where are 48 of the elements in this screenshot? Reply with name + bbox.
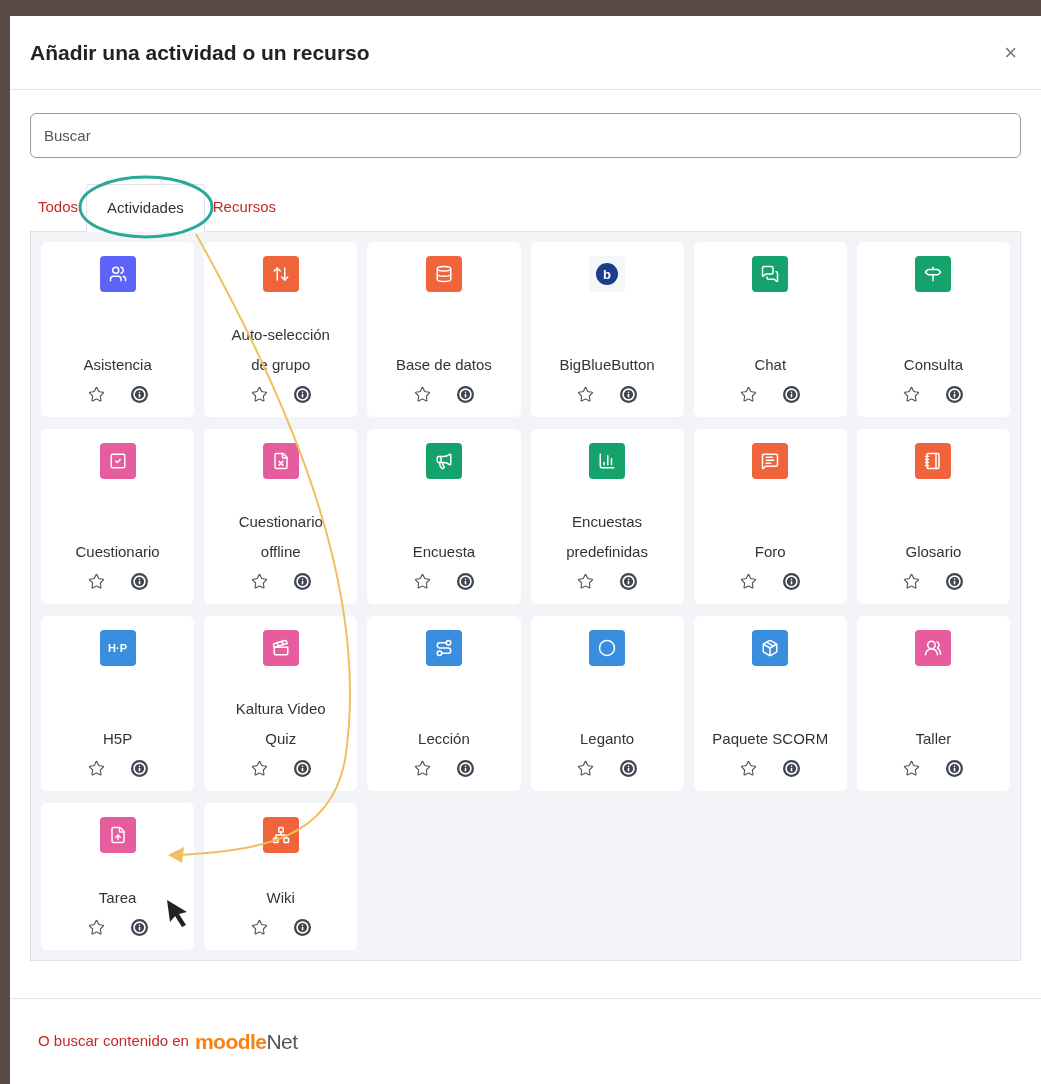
activity-name: Lección [418, 729, 470, 749]
activity-name: BigBlueButton [559, 355, 655, 375]
activity-name: Encuestas predefinidas [566, 512, 648, 562]
activity-name: Cuestionario [75, 542, 160, 562]
activity-card[interactable]: H·P H5P [41, 616, 195, 791]
tab[interactable]: Recursos [204, 183, 285, 231]
activity-card[interactable]: Lección [367, 616, 521, 791]
tab[interactable]: Actividades [86, 184, 205, 232]
activity-card[interactable]: Tarea [41, 803, 195, 950]
activity-card[interactable]: Asistencia [41, 242, 195, 417]
activity-name: Base de datos [395, 355, 492, 375]
activity-name: Wiki [266, 888, 295, 908]
activity-name: H5P [103, 729, 133, 749]
activity-card[interactable]: Consulta [856, 242, 1010, 417]
activity-card[interactable]: Taller [856, 616, 1010, 791]
activity-name: Foro [754, 542, 786, 562]
activity-name: Encuesta [412, 542, 476, 562]
activity-name: Chat [754, 355, 787, 375]
activity-name: Cuestionario offline [238, 512, 323, 562]
activity-card[interactable]: Foro [693, 429, 847, 604]
activity-name: Paquete SCORM [712, 729, 829, 749]
activity-card[interactable]: Cuestionario [41, 429, 195, 604]
activity-card[interactable]: Base de datos [367, 242, 521, 417]
activity-card[interactable]: Chat [693, 242, 847, 417]
activity-card[interactable]: Leganto [530, 616, 684, 791]
activity-name: Asistencia [83, 355, 152, 375]
activity-name: Consulta [903, 355, 963, 375]
activity-icon: b [589, 256, 626, 292]
activity-card[interactable]: Glosario [856, 429, 1010, 604]
activity-card[interactable]: Kaltura Video Quiz [204, 616, 358, 791]
moodlenet-logo: moodleNet [194, 1028, 298, 1055]
activity-card[interactable]: Wiki [204, 803, 358, 950]
activity-name: Leganto [579, 729, 635, 749]
activity-name: Tarea [98, 888, 137, 908]
activity-card[interactable]: Encuesta [367, 429, 521, 604]
activity-icon: H·P [99, 630, 136, 666]
dialog-title: Añadir una actividad o un recurso [30, 39, 370, 66]
activity-card[interactable]: Cuestionario offline [204, 429, 358, 604]
activity-name: Taller [915, 729, 952, 749]
tab[interactable]: Todos [30, 183, 87, 231]
activity-card[interactable]: Encuestas predefinidas [530, 429, 684, 604]
activity-card[interactable]: Paquete SCORM [693, 616, 847, 791]
activity-name: Glosario [905, 542, 962, 562]
activity-name: Kaltura Video Quiz [235, 699, 326, 749]
moodlenet-link[interactable]: O buscar contenido en [38, 1030, 189, 1053]
activity-card[interactable]: b BigBlueButton [530, 242, 684, 417]
close-button[interactable]: × [1000, 41, 1021, 64]
search-field[interactable]: Buscar [30, 113, 1021, 158]
